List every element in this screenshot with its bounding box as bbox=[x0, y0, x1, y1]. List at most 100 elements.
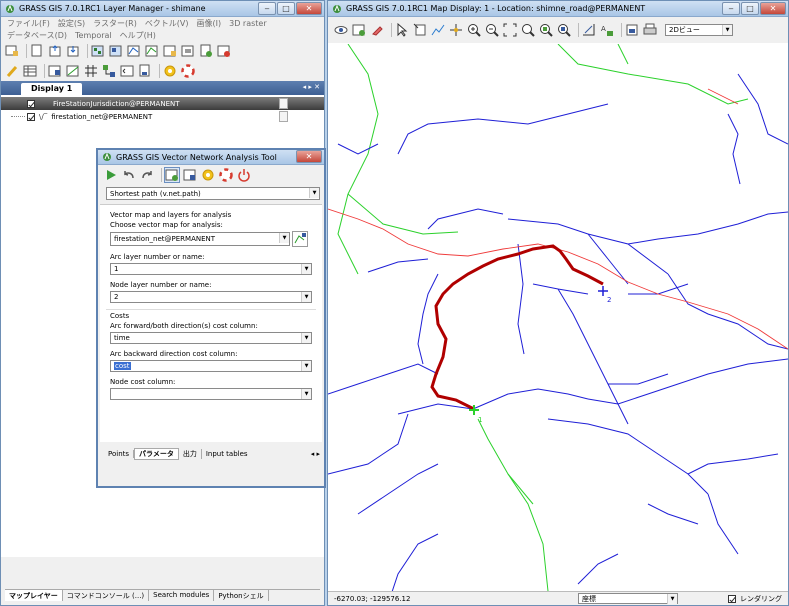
map-display-titlebar[interactable]: GRASS GIS 7.0.1RC1 Map Display: 1 - Loca… bbox=[328, 1, 788, 17]
render-checkbox[interactable] bbox=[728, 594, 736, 603]
layer-visibility-checkbox[interactable] bbox=[27, 99, 35, 108]
remove-layer-icon[interactable] bbox=[217, 44, 231, 58]
analysis-select[interactable]: Shortest path (v.net.path) ▼ bbox=[106, 187, 320, 200]
tab-scroll-icon[interactable]: ◂ ▸ bbox=[311, 450, 320, 458]
settings-icon[interactable] bbox=[201, 168, 215, 182]
view-mode-select[interactable]: 2Dビュー ▼ bbox=[665, 24, 733, 36]
zoom-out-icon[interactable] bbox=[485, 23, 499, 37]
zoom-back-icon[interactable] bbox=[521, 23, 535, 37]
tab-search-modules[interactable]: Search modules bbox=[149, 590, 215, 601]
workspace-save-icon[interactable] bbox=[66, 44, 80, 58]
grid-icon[interactable] bbox=[84, 64, 98, 78]
query-icon[interactable] bbox=[413, 23, 427, 37]
import-icon[interactable] bbox=[48, 64, 62, 78]
zoom-region-icon[interactable] bbox=[557, 23, 571, 37]
add-raster-multi-icon[interactable] bbox=[109, 44, 123, 58]
menu-database[interactable]: データベース(D) bbox=[7, 30, 67, 41]
help-icon[interactable] bbox=[181, 64, 195, 78]
vnet-dialog-titlebar[interactable]: GRASS GIS Vector Network Analysis Tool ✕ bbox=[98, 150, 324, 165]
menu-3draster[interactable]: 3D raster bbox=[229, 19, 267, 28]
save-temp-icon[interactable] bbox=[183, 168, 197, 182]
section-costs-label: Costs bbox=[110, 312, 130, 320]
close-button[interactable]: ✕ bbox=[296, 150, 322, 163]
tab-python-shell[interactable]: Pythonシェル bbox=[214, 590, 269, 601]
modeler-icon[interactable] bbox=[102, 64, 116, 78]
tab-map-layers[interactable]: マップレイヤー bbox=[5, 590, 63, 601]
maximize-button[interactable]: □ bbox=[277, 1, 295, 15]
menu-settings[interactable]: 設定(S) bbox=[58, 18, 85, 29]
minimize-button[interactable]: ‒ bbox=[258, 1, 276, 15]
python-editor-icon[interactable] bbox=[120, 64, 134, 78]
zoom-in-icon[interactable] bbox=[467, 23, 481, 37]
redo-icon[interactable] bbox=[140, 168, 154, 182]
layer-settings-icon[interactable] bbox=[279, 98, 288, 109]
menu-temporal[interactable]: Temporal bbox=[75, 31, 112, 40]
vector-map-select[interactable]: firestation_net@PERMANENT ▼ bbox=[110, 232, 290, 246]
display-map-icon[interactable] bbox=[334, 23, 348, 37]
map-canvas[interactable]: 1 2 bbox=[328, 44, 788, 591]
add-vector-multi-icon[interactable] bbox=[145, 44, 159, 58]
settings-icon[interactable] bbox=[163, 64, 177, 78]
arc-layer-select[interactable]: 1 ▼ bbox=[110, 263, 312, 275]
node-layer-select[interactable]: 2 ▼ bbox=[110, 291, 312, 303]
add-misc-layer-icon[interactable] bbox=[163, 44, 177, 58]
tab-output[interactable]: 出力 bbox=[179, 449, 202, 459]
tab-points[interactable]: Points bbox=[108, 450, 135, 458]
render-map-icon[interactable] bbox=[352, 23, 366, 37]
measure-icon[interactable] bbox=[582, 23, 596, 37]
menu-raster[interactable]: ラスター(R) bbox=[93, 18, 137, 29]
close-button[interactable]: ✕ bbox=[296, 1, 322, 15]
vnet-dialog-title: GRASS GIS Vector Network Analysis Tool bbox=[116, 152, 277, 162]
menu-file[interactable]: ファイル(F) bbox=[7, 18, 50, 29]
edit-vector-icon[interactable] bbox=[5, 64, 19, 78]
layer-visibility-checkbox[interactable] bbox=[27, 112, 35, 121]
zoom-extent-icon[interactable] bbox=[503, 23, 517, 37]
add-vector-icon[interactable] bbox=[127, 44, 141, 58]
tab-display-1[interactable]: Display 1 bbox=[21, 83, 83, 95]
layer-row-firestation-net[interactable]: \/‾ firestation_net@PERMANENT bbox=[1, 110, 324, 123]
maximize-button[interactable]: □ bbox=[741, 1, 759, 15]
new-display-icon[interactable] bbox=[5, 44, 19, 58]
layer-settings-icon[interactable] bbox=[279, 111, 288, 122]
attribute-table-icon[interactable] bbox=[23, 64, 37, 78]
erase-display-icon[interactable] bbox=[370, 23, 384, 37]
statusbar-mode-select[interactable]: 座標 ▼ bbox=[578, 593, 678, 604]
menu-vector[interactable]: ベクトル(V) bbox=[145, 18, 189, 29]
arc-backward-cost-select[interactable]: cost ▼ bbox=[110, 360, 312, 372]
layer-row-jurisdiction[interactable]: FireStationJurisdiction@PERMANENT bbox=[1, 97, 324, 110]
tab-command-console[interactable]: コマンドコンソール (...) bbox=[63, 590, 150, 601]
help-icon[interactable] bbox=[219, 168, 233, 182]
menu-imagery[interactable]: 画像(I) bbox=[197, 18, 222, 29]
save-image-icon[interactable] bbox=[625, 23, 639, 37]
chevron-down-icon: ▼ bbox=[722, 25, 732, 35]
node-cost-select[interactable]: ▼ bbox=[110, 388, 312, 400]
georectify-icon[interactable] bbox=[66, 64, 80, 78]
tab-input-tables[interactable]: Input tables bbox=[202, 450, 252, 458]
print-icon[interactable] bbox=[643, 23, 657, 37]
vector-map-browse-icon[interactable] bbox=[292, 231, 308, 247]
menu-help[interactable]: ヘルプ(H) bbox=[120, 30, 156, 41]
road-line bbox=[427, 208, 504, 230]
tab-parameters[interactable]: パラメータ bbox=[134, 448, 179, 460]
add-group-icon[interactable] bbox=[181, 44, 195, 58]
close-button[interactable]: ✕ bbox=[760, 1, 786, 15]
add-raster-icon[interactable] bbox=[91, 44, 105, 58]
pointer-icon[interactable] bbox=[395, 23, 409, 37]
power-quit-icon[interactable] bbox=[237, 168, 251, 182]
overlay-text-icon[interactable]: A bbox=[600, 23, 614, 37]
minimize-button[interactable]: ‒ bbox=[722, 1, 740, 15]
pan-icon[interactable] bbox=[449, 23, 463, 37]
workspace-new-icon[interactable] bbox=[30, 44, 44, 58]
script-icon[interactable] bbox=[138, 64, 152, 78]
add-overlay-icon[interactable] bbox=[199, 44, 213, 58]
arc-forward-cost-select[interactable]: time ▼ bbox=[110, 332, 312, 344]
tab-navigation-icon[interactable]: ◂ ▸ ✕ bbox=[303, 83, 320, 91]
analyze-icon[interactable] bbox=[431, 23, 445, 37]
add-to-map-icon[interactable] bbox=[164, 167, 180, 183]
workspace-open-icon[interactable] bbox=[48, 44, 62, 58]
run-icon[interactable] bbox=[104, 168, 118, 182]
zoom-menu-icon[interactable] bbox=[539, 23, 553, 37]
layer-manager-titlebar[interactable]: GRASS GIS 7.0.1RC1 Layer Manager - shima… bbox=[1, 1, 324, 17]
undo-icon[interactable] bbox=[122, 168, 136, 182]
chevron-down-icon: ▼ bbox=[301, 333, 311, 343]
